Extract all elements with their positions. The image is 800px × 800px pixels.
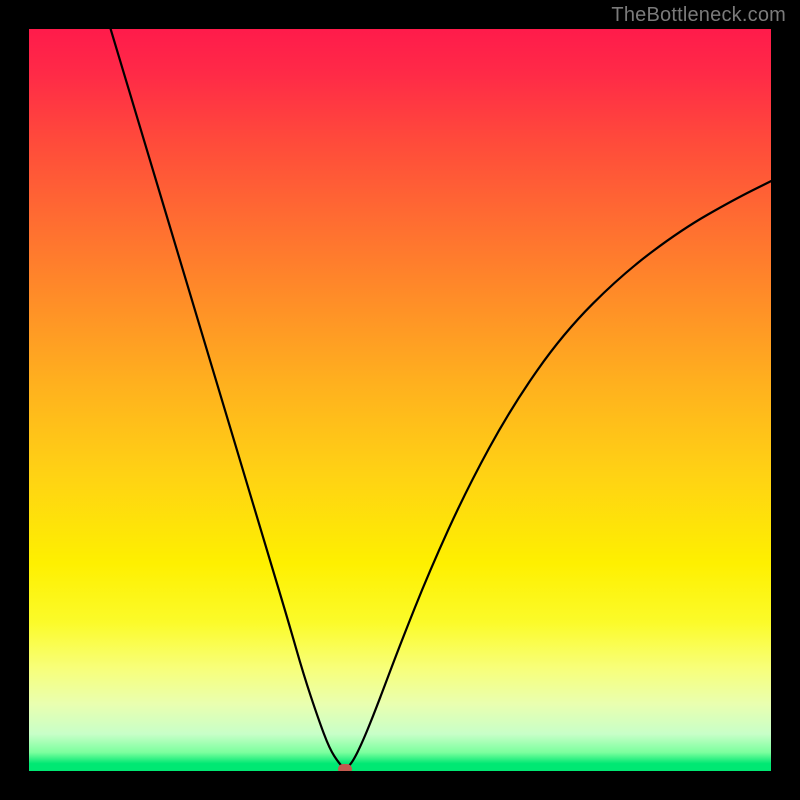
minimum-marker bbox=[338, 764, 352, 771]
watermark-text: TheBottleneck.com bbox=[611, 4, 786, 27]
bottleneck-curve bbox=[29, 29, 771, 771]
outer-frame: TheBottleneck.com bbox=[0, 0, 800, 800]
plot-area bbox=[29, 29, 771, 771]
curve-path bbox=[111, 29, 771, 767]
